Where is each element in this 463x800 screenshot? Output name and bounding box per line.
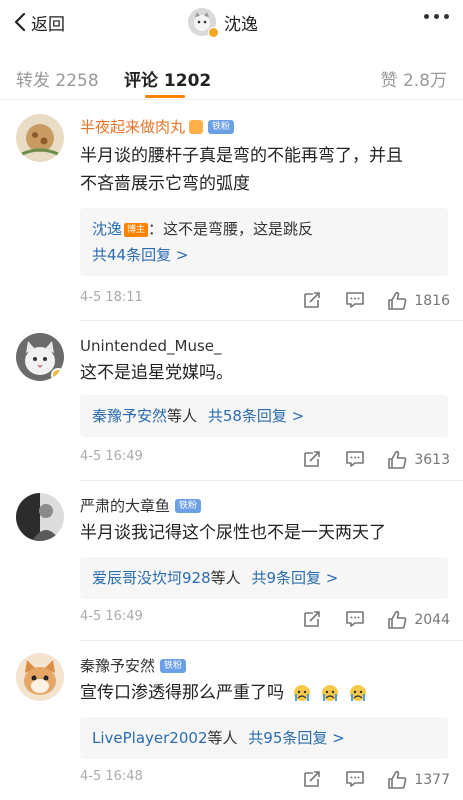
reply-names[interactable]: 秦豫予安然 xyxy=(92,407,167,425)
username[interactable]: 秦豫予安然 铁粉 xyxy=(80,655,187,676)
page-title[interactable]: 沈逸 xyxy=(188,6,258,38)
more-options-icon[interactable] xyxy=(424,14,449,19)
comment-meta: 4-5 18:11 1816 xyxy=(80,290,450,310)
comment-meta: 4-5 16:49 3613 xyxy=(80,449,450,469)
title-name: 沈逸 xyxy=(224,14,258,35)
crying-emoji-icon xyxy=(350,685,366,701)
comment-text-line: 不吝啬展示它弯的弧度 xyxy=(80,174,250,194)
like-button[interactable]: 3613 xyxy=(386,449,450,471)
comment-icon[interactable] xyxy=(345,449,365,469)
reply-preview[interactable]: 沈逸 博主 ：这不是弯腰，这是跳反 共44条回复 > xyxy=(80,208,448,276)
comment-item: 秦豫予安然 铁粉 宣传口渗透得那么严重了吗 LivePlayer2002等人 共… xyxy=(0,641,463,800)
share-icon[interactable] xyxy=(302,609,322,629)
thumbs-up-icon xyxy=(388,770,407,789)
timestamp: 4-5 16:48 xyxy=(80,769,143,784)
username-text: 半夜起来做肉丸 xyxy=(80,118,186,136)
comment-text: 半月谈的腰杆子真是弯的不能再弯了，并且 不吝啬展示它弯的弧度 xyxy=(80,142,450,198)
comment-icon[interactable] xyxy=(345,290,365,310)
thumbs-up-icon xyxy=(388,450,407,469)
like-button[interactable]: 2044 xyxy=(386,609,450,631)
reply-suffix: 等人 xyxy=(210,569,241,587)
fan-badge: 铁粉 xyxy=(175,498,202,513)
tab-bar: 转发 2258 评论 1202 赞 2.8万 xyxy=(0,58,463,98)
reply-names[interactable]: LivePlayer2002 xyxy=(92,729,207,747)
reply-text: ：这不是弯腰，这是跳反 xyxy=(148,220,314,238)
reply-preview[interactable]: LivePlayer2002等人 共95条回复 > xyxy=(80,717,448,759)
reply-suffix: 等人 xyxy=(167,407,198,425)
comment-item: 严肃的大章鱼 铁粉 半月谈我记得这个尿性也不是一天两天了 爱辰哥没坎坷928等人… xyxy=(0,481,463,641)
like-count: 1816 xyxy=(414,293,450,309)
comment-text: 宣传口渗透得那么严重了吗 xyxy=(80,679,450,707)
avatar[interactable] xyxy=(16,114,64,162)
cat-avatar-icon xyxy=(16,653,64,701)
like-count: 2044 xyxy=(414,612,450,628)
comment-text: 半月谈我记得这个尿性也不是一天两天了 xyxy=(80,523,386,543)
timestamp: 4-5 18:11 xyxy=(80,290,143,305)
op-badge: 博主 xyxy=(124,223,149,237)
tab-comments[interactable]: 评论 1202 xyxy=(124,66,211,91)
fan-badge: 铁粉 xyxy=(208,119,235,134)
fan-medal-icon xyxy=(189,119,204,134)
top-bar: 返回 沈逸 xyxy=(0,0,463,44)
tab-likes[interactable]: 赞 2.8万 xyxy=(381,66,447,91)
username-text: Unintended_Muse_ xyxy=(80,337,222,355)
comment-meta: 4-5 16:49 2044 xyxy=(80,609,450,629)
thumbs-up-icon xyxy=(388,610,407,629)
share-icon[interactable] xyxy=(302,449,322,469)
comment-item: Unintended_Muse_ 这不是追星党媒吗。 秦豫予安然等人 共58条回… xyxy=(0,321,463,481)
like-button[interactable]: 1816 xyxy=(386,290,450,312)
comment-icon[interactable] xyxy=(345,769,365,789)
food-avatar-icon xyxy=(16,114,64,162)
back-label: 返回 xyxy=(31,14,65,35)
comment-item: 半夜起来做肉丸 铁粉 半月谈的腰杆子真是弯的不能再弯了，并且 不吝啬展示它弯的弧… xyxy=(0,100,463,315)
reply-count-link[interactable]: 共9条回复 > xyxy=(251,569,338,587)
share-icon[interactable] xyxy=(302,290,322,310)
thumbs-up-icon xyxy=(388,291,407,310)
verified-badge-icon xyxy=(51,368,64,381)
timestamp: 4-5 16:49 xyxy=(80,609,143,624)
like-button[interactable]: 1377 xyxy=(386,769,450,791)
crying-emoji-icon xyxy=(294,685,310,701)
crying-emoji-icon xyxy=(322,685,338,701)
active-tab-indicator xyxy=(145,95,185,98)
back-button[interactable]: 返回 xyxy=(14,10,65,35)
share-icon[interactable] xyxy=(302,769,322,789)
tab-repost[interactable]: 转发 2258 xyxy=(16,66,99,91)
avatar xyxy=(188,8,219,38)
person-avatar-icon xyxy=(16,493,64,541)
verified-badge-icon xyxy=(208,27,219,38)
reply-preview[interactable]: 秦豫予安然等人 共58条回复 > xyxy=(80,395,448,437)
comment-text-body: 宣传口渗透得那么严重了吗 xyxy=(80,683,284,703)
timestamp: 4-5 16:49 xyxy=(80,449,143,464)
username[interactable]: 半夜起来做肉丸 铁粉 xyxy=(80,116,235,137)
avatar[interactable] xyxy=(16,333,64,381)
chevron-left-icon xyxy=(14,12,26,32)
comment-text-line: 半月谈的腰杆子真是弯的不能再弯了，并且 xyxy=(80,146,403,166)
fan-badge: 铁粉 xyxy=(160,658,187,673)
comment-text: 这不是追星党媒吗。 xyxy=(80,363,233,383)
avatar[interactable] xyxy=(16,653,64,701)
reply-suffix: 等人 xyxy=(207,729,238,747)
reply-count-link[interactable]: 共58条回复 > xyxy=(208,407,304,425)
comment-meta: 4-5 16:48 1377 xyxy=(80,769,450,789)
username-text: 秦豫予安然 xyxy=(80,657,156,675)
like-count: 1377 xyxy=(414,772,450,788)
username[interactable]: Unintended_Muse_ xyxy=(80,337,222,355)
comment-icon[interactable] xyxy=(345,609,365,629)
username-text: 严肃的大章鱼 xyxy=(80,497,171,515)
like-count: 3613 xyxy=(414,452,450,468)
username[interactable]: 严肃的大章鱼 铁粉 xyxy=(80,495,202,516)
reply-count-link[interactable]: 共95条回复 > xyxy=(248,729,344,747)
reply-count-link[interactable]: 共44条回复 > xyxy=(92,242,436,268)
reply-preview[interactable]: 爱辰哥没坎坷928等人 共9条回复 > xyxy=(80,557,448,599)
reply-author[interactable]: 沈逸 xyxy=(92,220,122,238)
reply-names[interactable]: 爱辰哥没坎坷928 xyxy=(92,569,211,587)
reply-line: 沈逸 博主 ：这不是弯腰，这是跳反 xyxy=(92,216,436,242)
avatar[interactable] xyxy=(16,493,64,541)
